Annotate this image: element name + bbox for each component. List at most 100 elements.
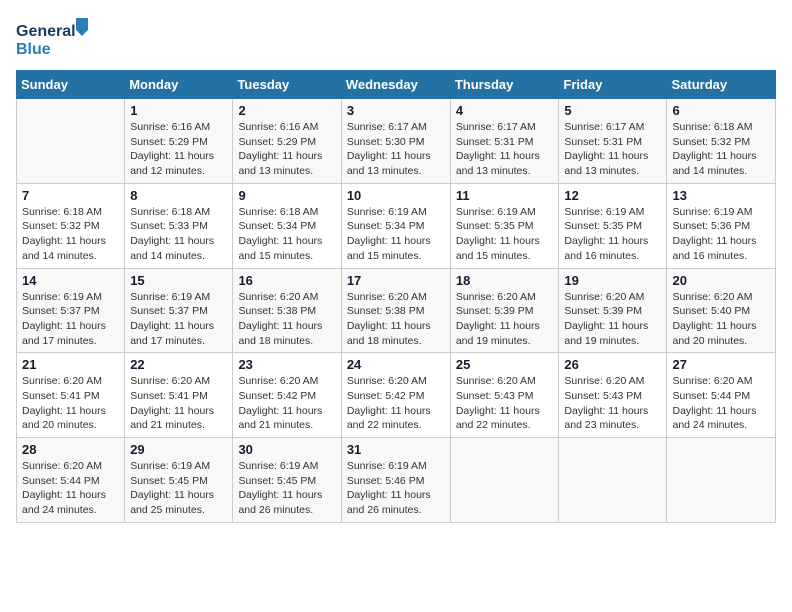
calendar-cell: 26Sunrise: 6:20 AMSunset: 5:43 PMDayligh… <box>559 353 667 438</box>
day-number: 29 <box>130 442 227 457</box>
header-day-wednesday: Wednesday <box>341 71 450 99</box>
day-info: Sunrise: 6:20 AMSunset: 5:44 PMDaylight:… <box>672 374 770 433</box>
day-number: 23 <box>238 357 335 372</box>
header-day-sunday: Sunday <box>17 71 125 99</box>
calendar-cell <box>450 438 559 523</box>
calendar-cell: 29 Sunrise: 6:19 AMSunset: 5:45 PMDayligh… <box>125 438 233 523</box>
week-row-4: 28 Sunrise: 6:20 AMSunset: 5:44 PMDayligh… <box>17 438 776 523</box>
day-info: Sunrise: 6:16 AMSunset: 5:29 PMDaylight:… <box>238 120 335 179</box>
calendar-cell <box>559 438 667 523</box>
calendar-cell: 18Sunrise: 6:20 AMSunset: 5:39 PMDayligh… <box>450 268 559 353</box>
calendar-cell: 17 Sunrise: 6:20 AMSunset: 5:38 PMDayligh… <box>341 268 450 353</box>
calendar-cell: 24 Sunrise: 6:20 AMSunset: 5:42 PMDayligh… <box>341 353 450 438</box>
day-number: 21 <box>22 357 119 372</box>
calendar-cell: 31Sunrise: 6:19 AMSunset: 5:46 PMDayligh… <box>341 438 450 523</box>
svg-text:Blue: Blue <box>16 41 51 58</box>
calendar-cell: 25 Sunrise: 6:20 AMSunset: 5:43 PMDayligh… <box>450 353 559 438</box>
week-row-3: 21 Sunrise: 6:20 AMSunset: 5:41 PMDayligh… <box>17 353 776 438</box>
day-number: 28 <box>22 442 119 457</box>
day-number: 16 <box>238 273 335 288</box>
calendar-cell: 23 Sunrise: 6:20 AMSunset: 5:42 PMDayligh… <box>233 353 341 438</box>
header-day-tuesday: Tuesday <box>233 71 341 99</box>
header-day-friday: Friday <box>559 71 667 99</box>
day-info: Sunrise: 6:19 AMSunset: 5:45 PMDaylight:… <box>130 459 227 518</box>
week-row-1: 7 Sunrise: 6:18 AMSunset: 5:32 PMDaylight… <box>17 183 776 268</box>
day-number: 11 <box>456 188 554 203</box>
day-info: Sunrise: 6:19 AMSunset: 5:35 PMDaylight:… <box>564 205 661 264</box>
svg-text:General: General <box>16 23 76 40</box>
calendar-cell: 19 Sunrise: 6:20 AMSunset: 5:39 PMDayligh… <box>559 268 667 353</box>
day-info: Sunrise: 6:19 AMSunset: 5:34 PMDaylight:… <box>347 205 445 264</box>
day-info: Sunrise: 6:20 AMSunset: 5:38 PMDaylight:… <box>347 290 445 349</box>
calendar-cell: 12 Sunrise: 6:19 AMSunset: 5:35 PMDayligh… <box>559 183 667 268</box>
day-number: 17 <box>347 273 445 288</box>
calendar-cell: 30Sunrise: 6:19 AMSunset: 5:45 PMDayligh… <box>233 438 341 523</box>
day-number: 8 <box>130 188 227 203</box>
calendar-header: SundayMondayTuesdayWednesdayThursdayFrid… <box>17 71 776 99</box>
calendar-body: 1 Sunrise: 6:16 AMSunset: 5:29 PMDaylight… <box>17 99 776 523</box>
calendar-cell: 16 Sunrise: 6:20 AMSunset: 5:38 PMDayligh… <box>233 268 341 353</box>
day-info: Sunrise: 6:20 AMSunset: 5:42 PMDaylight:… <box>347 374 445 433</box>
day-number: 19 <box>564 273 661 288</box>
day-info: Sunrise: 6:16 AMSunset: 5:29 PMDaylight:… <box>130 120 227 179</box>
day-number: 13 <box>672 188 770 203</box>
calendar-cell <box>667 438 776 523</box>
calendar-cell: 20Sunrise: 6:20 AMSunset: 5:40 PMDayligh… <box>667 268 776 353</box>
day-number: 5 <box>564 103 661 118</box>
calendar-cell: 4Sunrise: 6:17 AMSunset: 5:31 PMDaylight… <box>450 99 559 184</box>
header-day-thursday: Thursday <box>450 71 559 99</box>
calendar-cell: 8 Sunrise: 6:18 AMSunset: 5:33 PMDaylight… <box>125 183 233 268</box>
day-number: 27 <box>672 357 770 372</box>
day-info: Sunrise: 6:18 AMSunset: 5:32 PMDaylight:… <box>22 205 119 264</box>
day-info: Sunrise: 6:19 AMSunset: 5:45 PMDaylight:… <box>238 459 335 518</box>
day-info: Sunrise: 6:20 AMSunset: 5:39 PMDaylight:… <box>564 290 661 349</box>
day-number: 20 <box>672 273 770 288</box>
day-number: 22 <box>130 357 227 372</box>
calendar-cell <box>17 99 125 184</box>
calendar-cell: 27 Sunrise: 6:20 AMSunset: 5:44 PMDayligh… <box>667 353 776 438</box>
day-info: Sunrise: 6:20 AMSunset: 5:39 PMDaylight:… <box>456 290 554 349</box>
header-row: SundayMondayTuesdayWednesdayThursdayFrid… <box>17 71 776 99</box>
header-day-saturday: Saturday <box>667 71 776 99</box>
day-info: Sunrise: 6:19 AMSunset: 5:36 PMDaylight:… <box>672 205 770 264</box>
day-number: 2 <box>238 103 335 118</box>
day-info: Sunrise: 6:20 AMSunset: 5:41 PMDaylight:… <box>22 374 119 433</box>
day-info: Sunrise: 6:20 AMSunset: 5:38 PMDaylight:… <box>238 290 335 349</box>
calendar-cell: 14Sunrise: 6:19 AMSunset: 5:37 PMDayligh… <box>17 268 125 353</box>
logo-icon: GeneralBlue <box>16 16 96 60</box>
day-number: 9 <box>238 188 335 203</box>
day-info: Sunrise: 6:20 AMSunset: 5:43 PMDaylight:… <box>564 374 661 433</box>
day-info: Sunrise: 6:20 AMSunset: 5:42 PMDaylight:… <box>238 374 335 433</box>
calendar-cell: 2 Sunrise: 6:16 AMSunset: 5:29 PMDaylight… <box>233 99 341 184</box>
calendar-cell: 21 Sunrise: 6:20 AMSunset: 5:41 PMDayligh… <box>17 353 125 438</box>
calendar-cell: 1 Sunrise: 6:16 AMSunset: 5:29 PMDaylight… <box>125 99 233 184</box>
day-number: 24 <box>347 357 445 372</box>
day-number: 7 <box>22 188 119 203</box>
day-info: Sunrise: 6:20 AMSunset: 5:41 PMDaylight:… <box>130 374 227 433</box>
calendar-cell: 3Sunrise: 6:17 AMSunset: 5:30 PMDaylight… <box>341 99 450 184</box>
day-info: Sunrise: 6:19 AMSunset: 5:37 PMDaylight:… <box>22 290 119 349</box>
calendar-cell: 7 Sunrise: 6:18 AMSunset: 5:32 PMDaylight… <box>17 183 125 268</box>
calendar-cell: 5 Sunrise: 6:17 AMSunset: 5:31 PMDaylight… <box>559 99 667 184</box>
day-number: 10 <box>347 188 445 203</box>
week-row-2: 14Sunrise: 6:19 AMSunset: 5:37 PMDayligh… <box>17 268 776 353</box>
day-info: Sunrise: 6:19 AMSunset: 5:46 PMDaylight:… <box>347 459 445 518</box>
day-info: Sunrise: 6:20 AMSunset: 5:43 PMDaylight:… <box>456 374 554 433</box>
header: GeneralBlue <box>16 16 776 60</box>
day-number: 25 <box>456 357 554 372</box>
calendar-cell: 28 Sunrise: 6:20 AMSunset: 5:44 PMDayligh… <box>17 438 125 523</box>
calendar-cell: 10 Sunrise: 6:19 AMSunset: 5:34 PMDayligh… <box>341 183 450 268</box>
calendar-cell: 13 Sunrise: 6:19 AMSunset: 5:36 PMDayligh… <box>667 183 776 268</box>
day-info: Sunrise: 6:18 AMSunset: 5:33 PMDaylight:… <box>130 205 227 264</box>
day-number: 4 <box>456 103 554 118</box>
day-info: Sunrise: 6:20 AMSunset: 5:44 PMDaylight:… <box>22 459 119 518</box>
day-info: Sunrise: 6:19 AMSunset: 5:35 PMDaylight:… <box>456 205 554 264</box>
day-number: 1 <box>130 103 227 118</box>
day-info: Sunrise: 6:17 AMSunset: 5:31 PMDaylight:… <box>564 120 661 179</box>
day-number: 12 <box>564 188 661 203</box>
calendar-cell: 11 Sunrise: 6:19 AMSunset: 5:35 PMDayligh… <box>450 183 559 268</box>
calendar-table: SundayMondayTuesdayWednesdayThursdayFrid… <box>16 70 776 523</box>
day-info: Sunrise: 6:18 AMSunset: 5:34 PMDaylight:… <box>238 205 335 264</box>
calendar-cell: 9 Sunrise: 6:18 AMSunset: 5:34 PMDaylight… <box>233 183 341 268</box>
day-number: 6 <box>672 103 770 118</box>
